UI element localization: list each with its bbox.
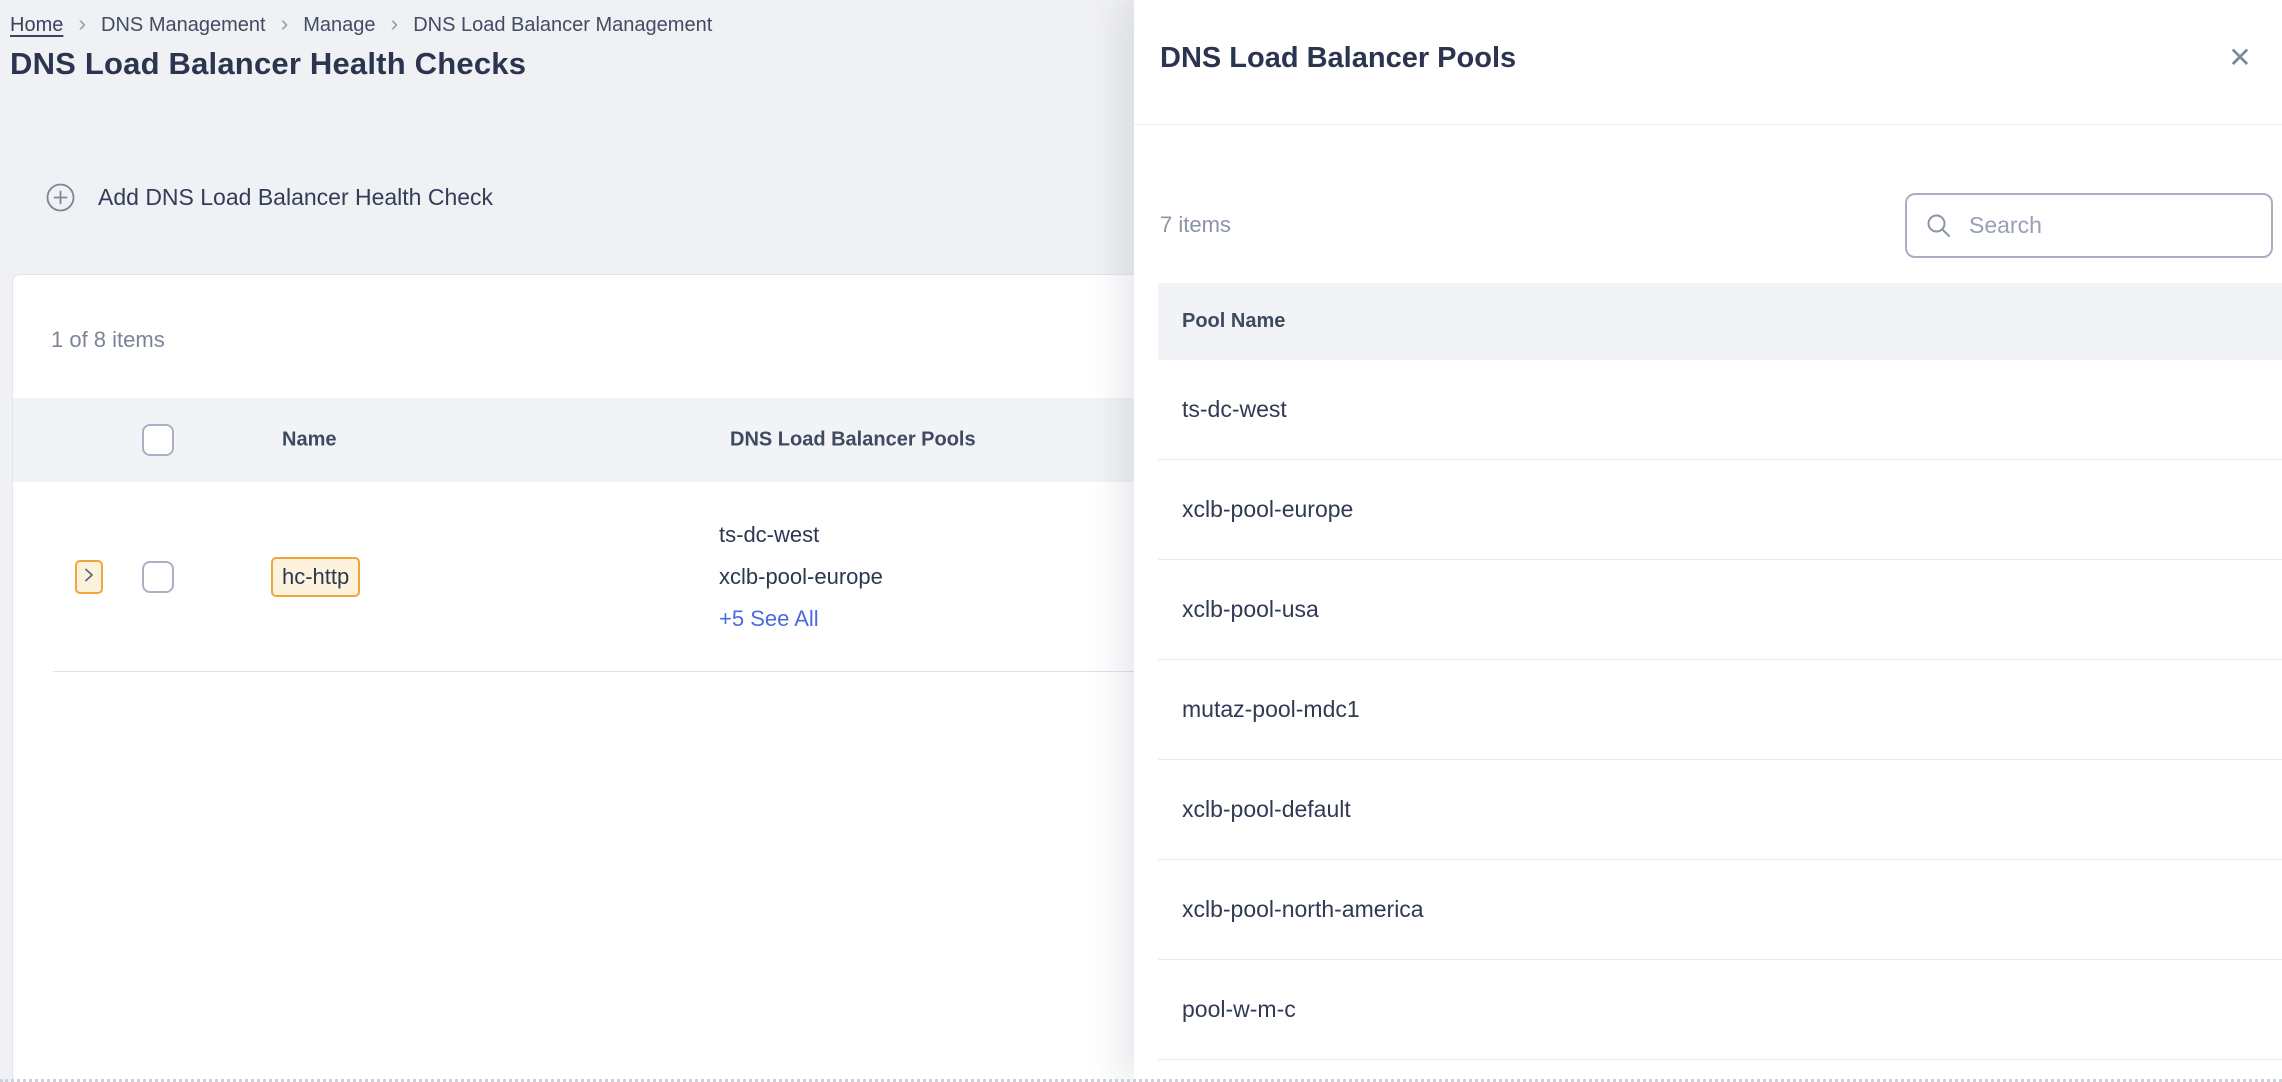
pool-list-item[interactable]: ts-dc-west (1158, 360, 2282, 460)
chevron-right-icon: › (391, 12, 399, 35)
add-health-check-label: Add DNS Load Balancer Health Check (98, 184, 493, 211)
chevron-right-icon (81, 567, 97, 586)
app-screen: Home › DNS Management › Manage › DNS Loa… (0, 0, 2282, 1082)
see-all-link[interactable]: +5 See All (719, 598, 819, 640)
items-count: 1 of 8 items (51, 327, 165, 353)
search-input[interactable] (1967, 211, 2253, 240)
row-expander-button[interactable] (75, 560, 103, 594)
plus-circle-icon (46, 183, 75, 212)
column-header-name: Name (282, 429, 336, 452)
chevron-right-icon: › (281, 12, 289, 35)
search-input-wrapper[interactable] (1905, 193, 2273, 258)
search-icon (1925, 212, 1952, 239)
column-header-pools: DNS Load Balancer Pools (730, 429, 976, 452)
select-all-checkbox[interactable] (142, 424, 174, 456)
health-checks-page: Home › DNS Management › Manage › DNS Loa… (0, 0, 1134, 1082)
page-title: DNS Load Balancer Health Checks (10, 46, 526, 82)
pools-cell: ts-dc-west xclb-pool-europe +5 See All (719, 514, 883, 640)
health-check-name[interactable]: hc-http (271, 557, 360, 597)
panel-items-count: 7 items (1160, 212, 1231, 238)
breadcrumb-home-link[interactable]: Home (10, 14, 63, 37)
chevron-right-icon: › (78, 12, 86, 35)
pool-reference: xclb-pool-europe (719, 556, 883, 598)
pool-list-item[interactable]: xclb-pool-europe (1158, 460, 2282, 560)
column-header-pool-name: Pool Name (1158, 283, 2282, 360)
bottom-dotted-divider (0, 1078, 2282, 1082)
pools-table: Pool Name ts-dc-west xclb-pool-europe xc… (1158, 283, 2282, 1060)
breadcrumb-current-page: DNS Load Balancer Management (413, 14, 712, 37)
breadcrumb: Home › DNS Management › Manage › DNS Loa… (10, 14, 712, 37)
row-checkbox[interactable] (142, 561, 174, 593)
close-icon[interactable]: ✕ (2218, 36, 2262, 80)
pool-list-item[interactable]: xclb-pool-north-america (1158, 860, 2282, 960)
pools-panel: DNS Load Balancer Pools ✕ 7 items Pool N… (1134, 0, 2282, 1082)
row-divider (53, 671, 1134, 672)
add-health-check-button[interactable]: Add DNS Load Balancer Health Check (46, 183, 493, 212)
health-checks-card: 1 of 8 items Name DNS Load Balancer Pool… (12, 274, 1134, 1082)
pool-list-item[interactable]: xclb-pool-usa (1158, 560, 2282, 660)
table-row: hc-http ts-dc-west xclb-pool-europe +5 S… (13, 482, 1134, 671)
panel-header: DNS Load Balancer Pools ✕ (1134, 0, 2282, 125)
pool-reference: ts-dc-west (719, 514, 883, 556)
breadcrumb-manage-link[interactable]: Manage (303, 14, 375, 37)
pool-list-item[interactable]: pool-w-m-c (1158, 960, 2282, 1060)
pool-list-item[interactable]: mutaz-pool-mdc1 (1158, 660, 2282, 760)
breadcrumb-dns-management-link[interactable]: DNS Management (101, 14, 266, 37)
pool-list-item[interactable]: xclb-pool-default (1158, 760, 2282, 860)
table-header-row: Name DNS Load Balancer Pools (13, 398, 1134, 482)
panel-title: DNS Load Balancer Pools (1160, 42, 1516, 75)
